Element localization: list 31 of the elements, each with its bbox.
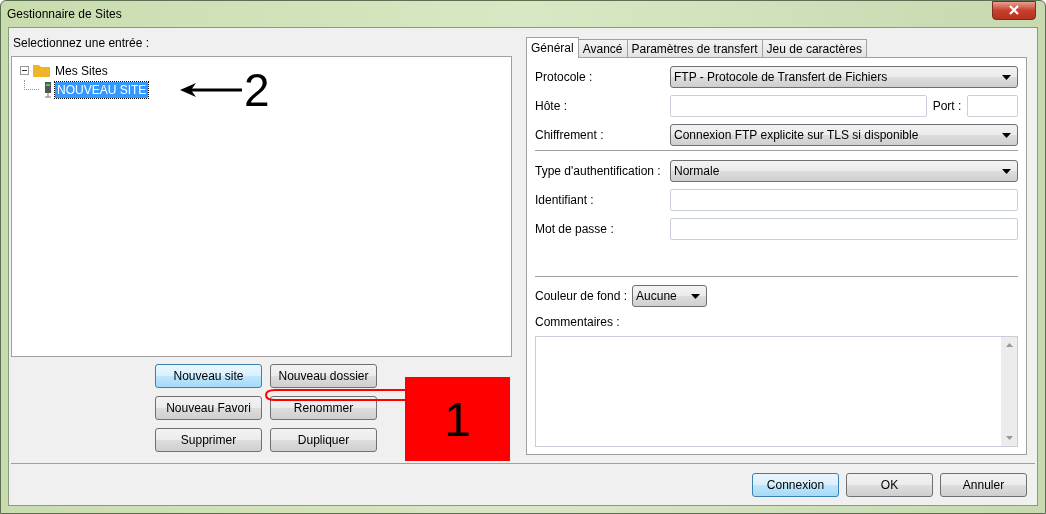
dropdown[interactable]: Normale [670,160,1018,182]
dialog-button[interactable]: Annuler [940,472,1027,497]
field-label: Mot de passe : [535,222,615,236]
site-button[interactable]: Dupliquer [270,428,377,452]
annotation-number: 1 [444,391,471,447]
tab[interactable]: Paramètres de transfert [626,39,763,57]
field-label: Protocole : [535,70,594,84]
field-label: Identifiant : [535,193,595,207]
field-label: Type d'authentification : [535,164,662,178]
site-button[interactable]: Supprimer [155,428,262,452]
site-button[interactable]: Nouveau dossier [270,364,377,388]
tree-item[interactable]: Mes Sites [53,62,110,79]
dropdown[interactable]: FTP - Protocole de Transfert de Fichiers [670,66,1018,88]
field-label: Port : [931,99,963,113]
dialog-button[interactable]: OK [846,472,933,497]
tab[interactable]: Général [526,37,579,58]
dropdown[interactable]: Connexion FTP explicite sur TLS si disponible [670,124,1018,146]
tree-label: Selectionnez une entrée : [13,36,151,49]
window-title: Gestionnaire de Sites [7,7,122,21]
field-label: Commentaires : [535,315,621,329]
tab[interactable]: Jeu de caractères [761,39,867,57]
tab[interactable]: Avancé [577,39,628,57]
field-label: Couleur de fond : [535,289,628,303]
site-button[interactable]: Renommer [270,396,377,420]
site-button[interactable]: Nouveau Favori [155,396,262,420]
annotation-number: 2 [244,68,270,112]
site-button[interactable]: Nouveau site [155,364,262,388]
field-label: Chiffrement : [535,128,605,142]
field-label: Hôte : [535,99,568,113]
dropdown[interactable]: Aucune [632,285,708,307]
dialog-button[interactable]: Connexion [752,472,839,497]
